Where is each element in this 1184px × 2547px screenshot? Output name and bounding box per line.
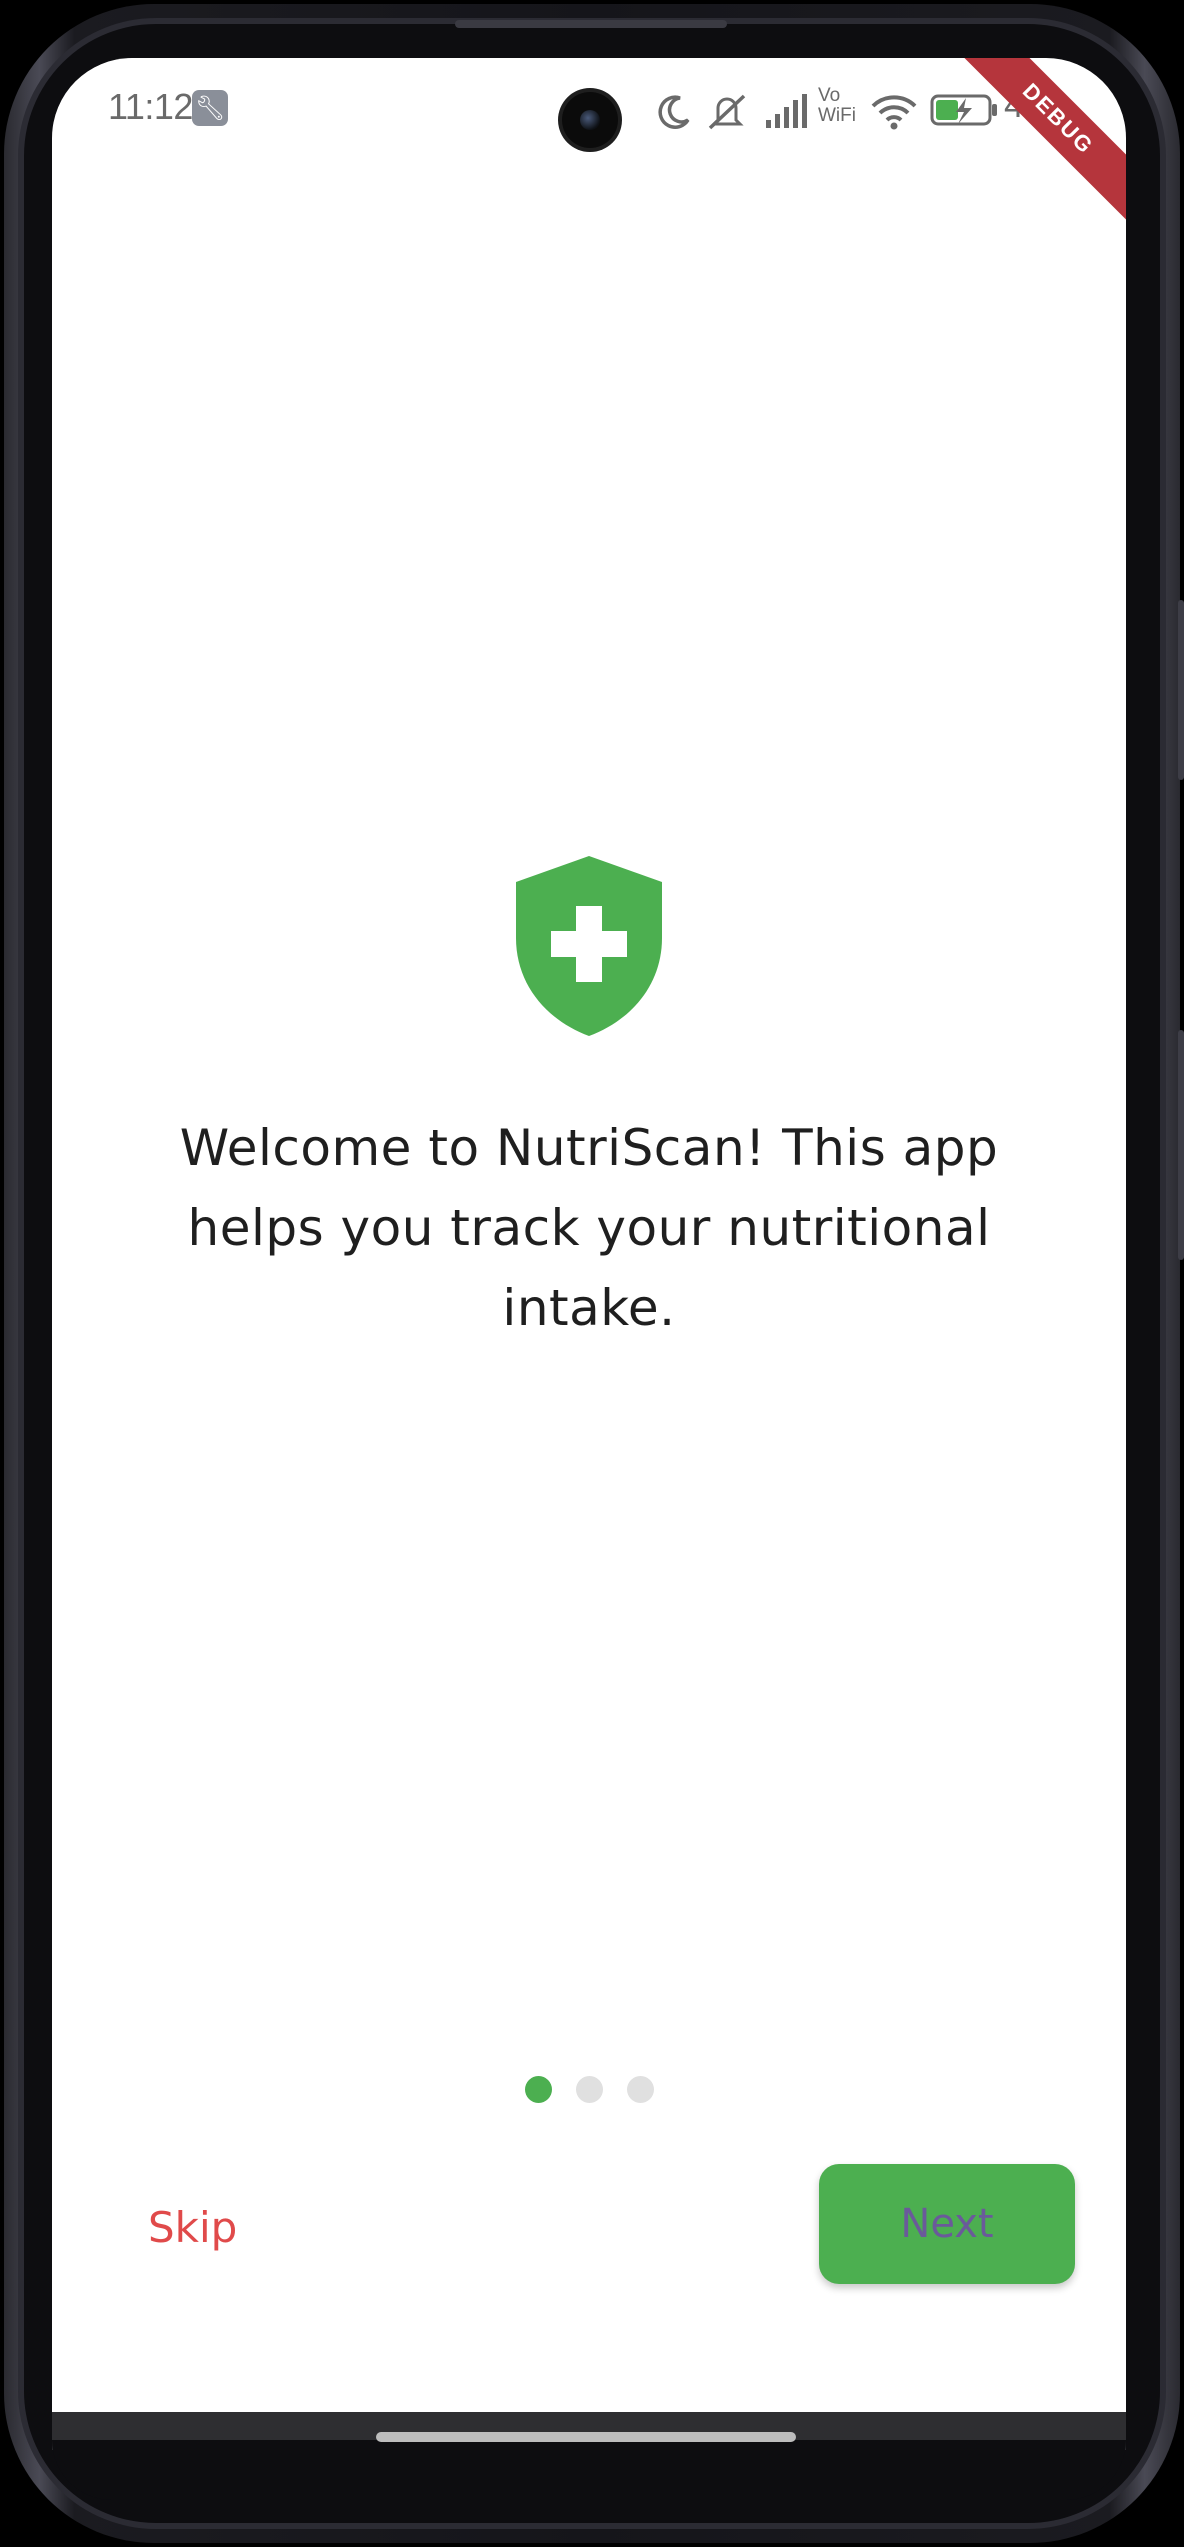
mute-icon [708, 94, 746, 130]
phone-chin [52, 2440, 1126, 2500]
volume-button [1178, 600, 1184, 780]
debug-banner: DEBUG [949, 58, 1126, 228]
status-bar: 11:12 🔧︎ Vo WiFi DEBUG [52, 58, 1126, 228]
app-screen: 11:12 🔧︎ Vo WiFi DEBUG Welcome to NutriS… [52, 58, 1126, 2412]
phone-device: 11:12 🔧︎ Vo WiFi DEBUG Welcome to NutriS… [0, 0, 1184, 2547]
page-dot-3 [626, 2076, 654, 2103]
earpiece-speaker [455, 20, 727, 28]
shield-plus-icon [516, 856, 662, 1036]
home-indicator[interactable] [376, 2432, 796, 2442]
power-button [1178, 1030, 1184, 1260]
signal-icon [766, 94, 807, 128]
next-button[interactable]: Next [819, 2164, 1075, 2284]
skip-button[interactable]: Skip [148, 2192, 298, 2262]
vowifi-icon: Vo WiFi [818, 85, 856, 126]
onboarding-message: Welcome to NutriScan! This app helps you… [179, 1119, 999, 1337]
wifi-icon [871, 95, 917, 130]
battery-charging-icon [930, 94, 997, 126]
front-camera [562, 92, 618, 148]
status-time: 11:12 [108, 86, 193, 127]
wrench-icon: 🔧︎ [192, 90, 228, 126]
page-dot-2 [575, 2076, 603, 2103]
page-dot-1 [524, 2076, 552, 2103]
page-indicator [52, 2076, 1126, 2106]
moon-icon [658, 95, 690, 129]
